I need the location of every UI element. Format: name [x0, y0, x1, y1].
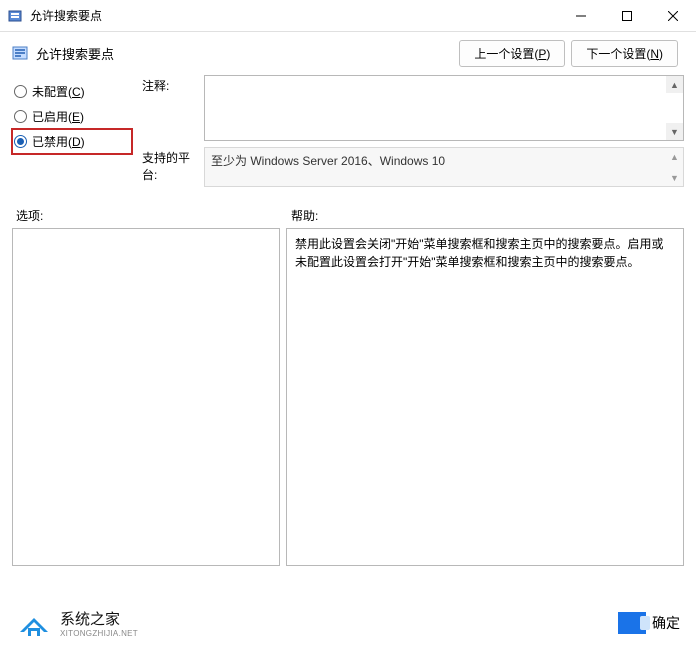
scroll-up-icon[interactable]: ▲	[666, 148, 683, 165]
radio-disabled[interactable]: 已禁用(D)	[12, 129, 132, 154]
brand-right: 确定	[618, 612, 680, 634]
platform-text: 至少为 Windows Server 2016、Windows 10	[211, 154, 445, 168]
ok-button-label[interactable]: 确定	[652, 613, 680, 633]
brand-logo-icon	[16, 608, 52, 638]
next-setting-button[interactable]: 下一个设置(N)	[571, 40, 678, 67]
radio-enabled[interactable]: 已启用(E)	[12, 104, 132, 129]
minimize-button[interactable]	[558, 0, 604, 32]
app-icon	[8, 8, 24, 24]
help-panel: 禁用此设置会关闭"开始"菜单搜索框和搜索主页中的搜索要点。启用或未配置此设置会打…	[286, 228, 684, 566]
footer: 系统之家 XITONGZHIJIA.NET 确定	[0, 599, 696, 647]
header-row: 允许搜索要点 上一个设置(P) 下一个设置(N)	[12, 40, 684, 67]
scroll-up-icon[interactable]: ▲	[666, 76, 683, 93]
comment-textarea[interactable]: ▲ ▼	[204, 75, 684, 141]
scroll-down-icon[interactable]: ▼	[666, 169, 683, 186]
page-title: 允许搜索要点	[36, 44, 114, 63]
brand-name-cn: 系统之家	[60, 608, 138, 629]
options-panel	[12, 228, 280, 566]
scroll-down-icon[interactable]: ▼	[666, 123, 683, 140]
state-radio-group: 未配置(C) 已启用(E) 已禁用(D)	[12, 75, 132, 193]
brand-right-icon	[618, 612, 646, 634]
titlebar: 允许搜索要点	[0, 0, 696, 32]
window-controls	[558, 0, 696, 31]
platform-label: 支持的平台:	[142, 147, 204, 187]
comment-label: 注释:	[142, 75, 204, 141]
brand-name-en: XITONGZHIJIA.NET	[60, 629, 138, 638]
help-text: 禁用此设置会关闭"开始"菜单搜索框和搜索主页中的搜索要点。启用或未配置此设置会打…	[295, 237, 664, 269]
previous-setting-button[interactable]: 上一个设置(P)	[459, 40, 565, 67]
close-button[interactable]	[650, 0, 696, 32]
options-label: 选项:	[12, 207, 287, 224]
window-title: 允许搜索要点	[30, 7, 102, 24]
supported-platforms-box: 至少为 Windows Server 2016、Windows 10 ▲ ▼	[204, 147, 684, 187]
radio-icon	[14, 110, 27, 123]
radio-icon	[14, 85, 27, 98]
help-label: 帮助:	[287, 207, 318, 224]
radio-icon	[14, 135, 27, 148]
maximize-button[interactable]	[604, 0, 650, 32]
policy-icon	[12, 45, 30, 63]
brand-left: 系统之家 XITONGZHIJIA.NET	[16, 608, 138, 638]
radio-not-configured[interactable]: 未配置(C)	[12, 79, 132, 104]
